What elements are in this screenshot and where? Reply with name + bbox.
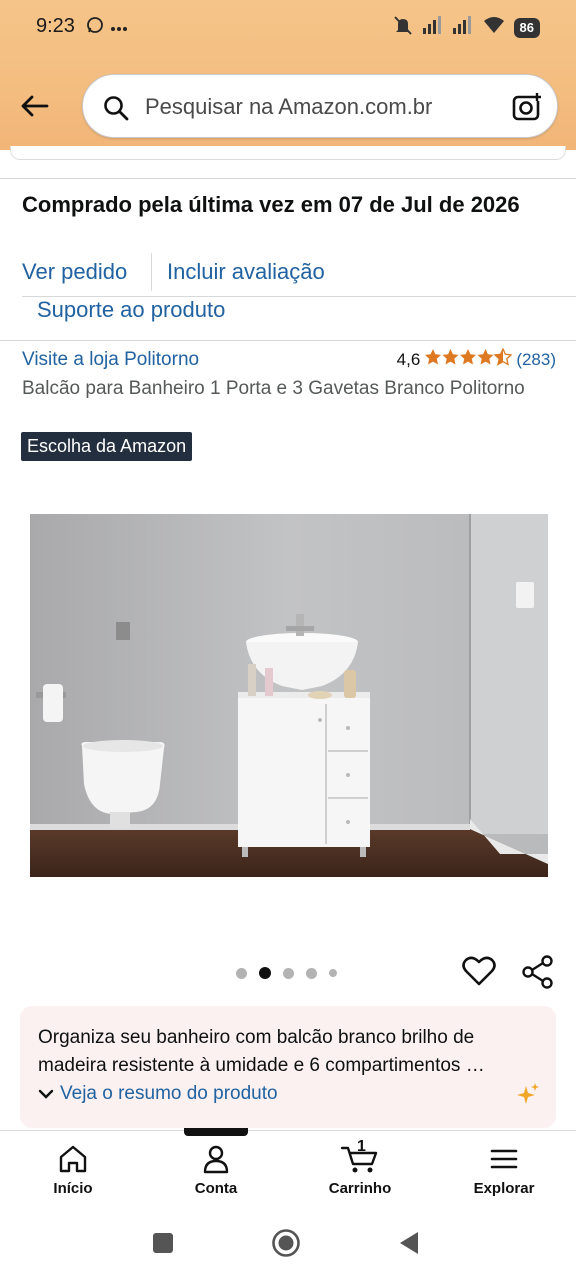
signal-icon xyxy=(452,15,474,40)
mute-icon xyxy=(392,14,414,41)
back-button[interactable] xyxy=(14,86,54,126)
back-system-button[interactable] xyxy=(398,1231,420,1260)
rating-summary[interactable]: 4,6 (283) xyxy=(397,348,556,371)
account-icon xyxy=(203,1145,229,1174)
nav-home[interactable]: Início xyxy=(13,1144,133,1197)
triangle-back-icon xyxy=(400,1232,418,1254)
store-link[interactable]: Visite a loja Politorno xyxy=(22,349,199,371)
status-bar: 9:23 86 xyxy=(0,0,576,56)
image-carousel-dots[interactable] xyxy=(236,967,337,979)
product-summary-card: Organiza seu banheiro com balcão branco … xyxy=(20,1006,556,1128)
more-dots-icon xyxy=(110,19,128,37)
view-summary-label: Veja o resumo do produto xyxy=(60,1083,278,1104)
view-order-link[interactable]: Ver pedido xyxy=(22,259,127,285)
nav-explore[interactable]: Explorar xyxy=(444,1144,564,1197)
search-input[interactable]: Pesquisar na Amazon.com.br xyxy=(145,94,432,120)
heart-icon[interactable] xyxy=(462,955,496,992)
search-icon xyxy=(103,95,129,126)
product-image[interactable] xyxy=(30,514,548,877)
home-system-button[interactable] xyxy=(271,1228,301,1263)
product-support-link[interactable]: Suporte ao produto xyxy=(37,297,225,323)
last-purchased-text: Comprado pela última vez em 07 de Jul de… xyxy=(22,192,520,217)
whatsapp-icon xyxy=(86,16,104,39)
status-time: 9:23 xyxy=(36,15,75,37)
carousel-dot[interactable] xyxy=(283,967,294,979)
sparkle-icon xyxy=(516,1082,540,1111)
home-icon xyxy=(59,1145,87,1173)
star-rating-icon xyxy=(424,348,512,371)
carousel-dot[interactable] xyxy=(329,969,337,977)
cart-count-badge: 1 xyxy=(357,1138,366,1155)
divider xyxy=(0,178,576,179)
add-review-link[interactable]: Incluir avaliação xyxy=(167,259,325,285)
nav-home-label: Início xyxy=(53,1180,93,1197)
rating-value: 4,6 xyxy=(396,349,421,369)
sponsored-card-edge xyxy=(10,146,566,160)
view-summary-link[interactable]: Veja o resumo do produto xyxy=(38,1083,278,1105)
search-bar[interactable]: Pesquisar na Amazon.com.br xyxy=(82,74,558,138)
nav-explore-label: Explorar xyxy=(473,1180,535,1197)
share-icon[interactable] xyxy=(521,955,555,994)
signal-icon xyxy=(422,15,444,40)
nav-cart-label: Carrinho xyxy=(328,1180,392,1197)
menu-icon xyxy=(490,1149,518,1169)
camera-search-icon[interactable] xyxy=(511,91,543,128)
nav-cart[interactable]: 1 Carrinho xyxy=(300,1138,420,1197)
nav-account[interactable]: Conta xyxy=(156,1144,276,1197)
carousel-dot-active[interactable] xyxy=(259,967,271,979)
rating-count: (283) xyxy=(516,349,556,369)
cart-icon: 1 xyxy=(340,1138,380,1174)
arrow-left-icon xyxy=(21,95,49,117)
divider xyxy=(0,340,576,341)
carousel-dot[interactable] xyxy=(306,967,317,979)
summary-text: Organiza seu banheiro com balcão branco … xyxy=(38,1027,485,1076)
recent-apps-button[interactable] xyxy=(152,1232,174,1259)
product-title[interactable]: Balcão para Banheiro 1 Porta e 3 Gavetas… xyxy=(22,375,542,402)
app-header: 9:23 86 Pesquisar na Amazon.com.br xyxy=(0,0,576,150)
carousel-dot[interactable] xyxy=(236,967,247,979)
chevron-down-icon xyxy=(38,1089,54,1099)
circle-icon xyxy=(272,1229,300,1257)
system-nav-bar xyxy=(0,1212,576,1280)
battery-icon: 86 xyxy=(513,17,540,38)
nav-account-label: Conta xyxy=(194,1180,238,1197)
square-icon xyxy=(153,1233,173,1253)
amazon-choice-badge: Escolha da Amazon xyxy=(21,432,193,461)
nav-active-indicator xyxy=(184,1128,248,1136)
wifi-icon xyxy=(482,15,506,40)
divider xyxy=(151,253,152,291)
